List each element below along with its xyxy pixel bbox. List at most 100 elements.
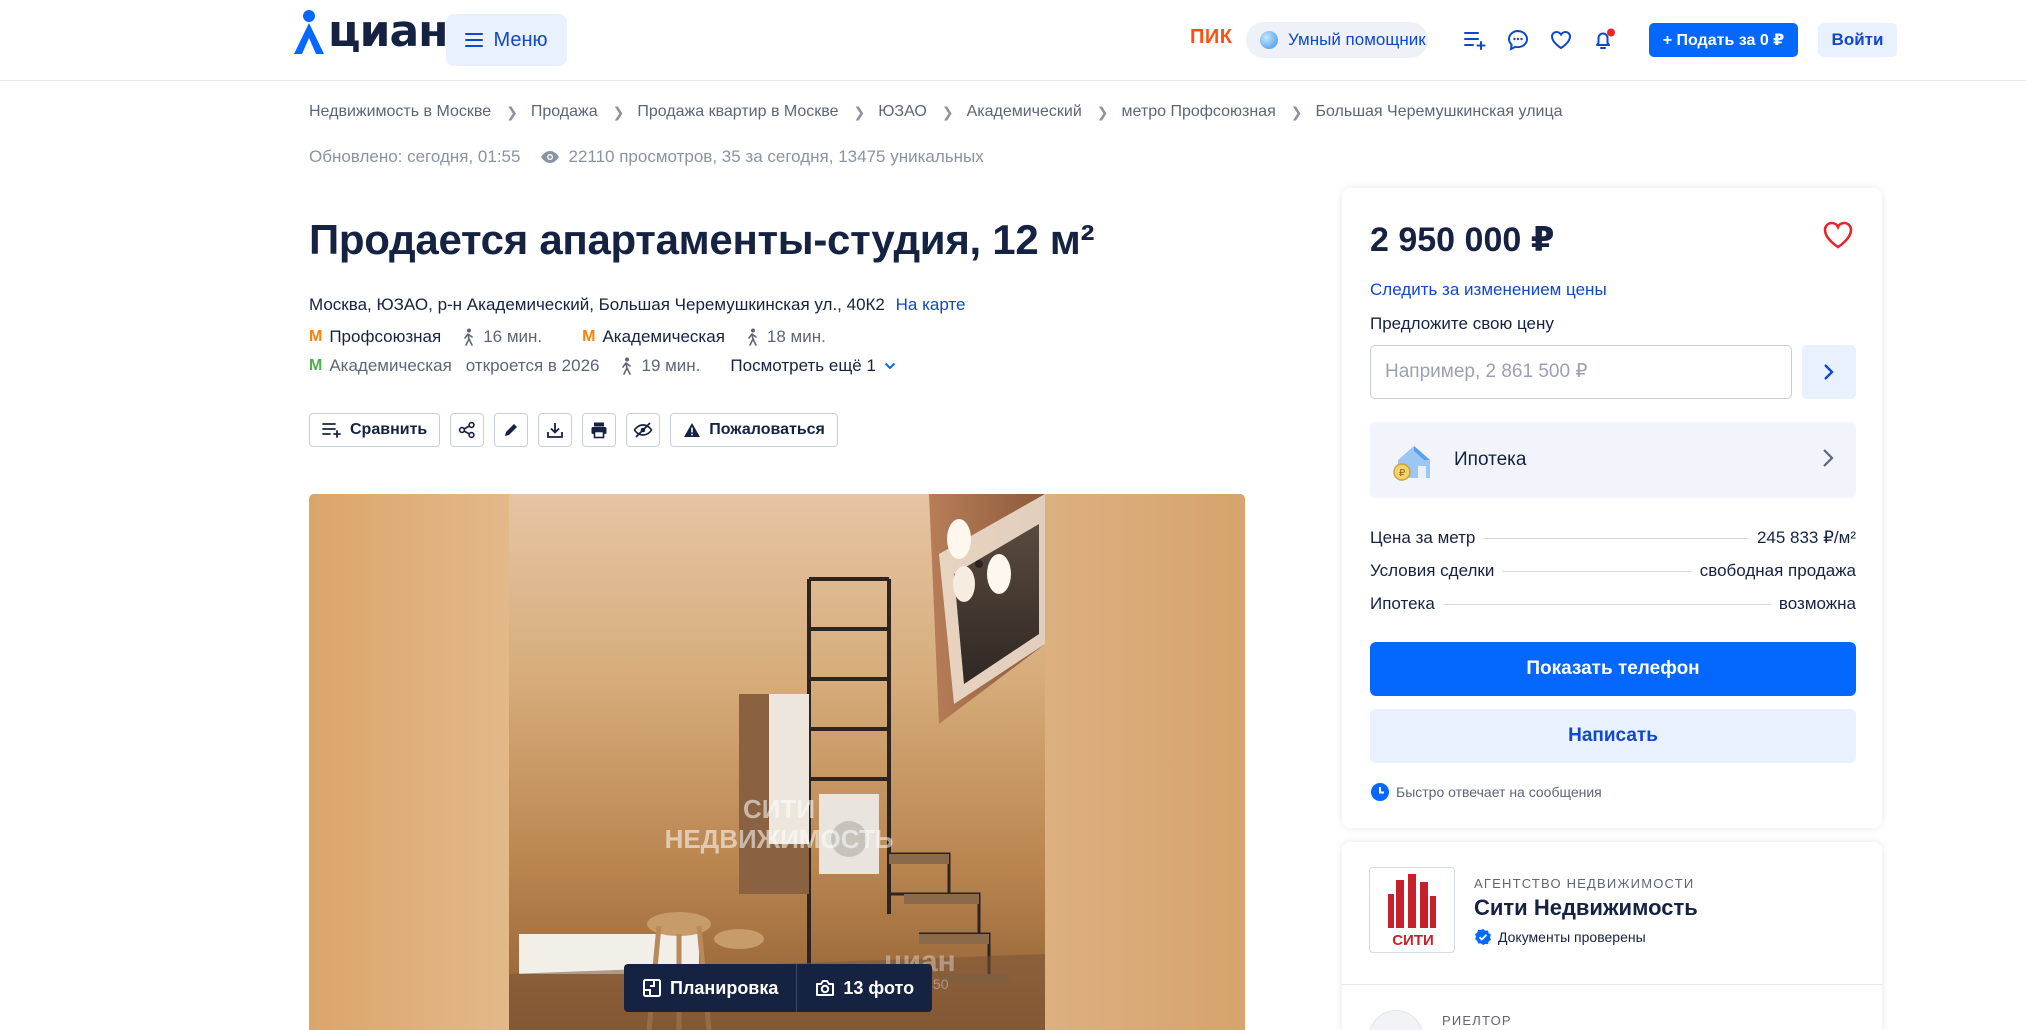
walk-time: 16 мин. <box>461 327 542 347</box>
watermark-text: СИТИ <box>742 794 816 824</box>
printer-icon <box>591 422 607 439</box>
note-button[interactable] <box>494 413 529 447</box>
favorites-heart-icon[interactable] <box>1549 28 1573 52</box>
logo-text: циан <box>328 6 449 57</box>
suggest-price-submit-button[interactable] <box>1802 345 1856 399</box>
fact-label: Условия сделки <box>1370 561 1495 580</box>
favorite-heart-icon[interactable] <box>1822 220 1854 252</box>
photos-count-label: 13 фото <box>843 977 915 998</box>
map-link[interactable]: На карте <box>896 295 966 314</box>
metro-opening-note: откроется в 2026 <box>465 356 600 375</box>
fact-value: 245 833 ₽/м² <box>1756 528 1856 547</box>
warning-icon <box>684 423 701 437</box>
metro-station[interactable]: Академическая <box>329 356 451 376</box>
metro-icon: M <box>309 328 323 345</box>
main-photo[interactable]: СИТИ НЕДВИЖИМОСТЬ циан 4922450 <box>509 494 1045 1030</box>
menu-label: Меню <box>493 28 548 51</box>
print-button[interactable] <box>582 413 617 447</box>
agency-card: СИТИ АГЕНТСТВО НЕДВИЖИМОСТИ Сити Недвижи… <box>1342 842 1882 1030</box>
photo-gallery[interactable]: СИТИ НЕДВИЖИМОСТЬ циан 4922450 <box>309 494 1245 1030</box>
metro-station[interactable]: Академическая <box>602 327 724 347</box>
compare-list-icon[interactable] <box>1463 28 1487 52</box>
mortgage-label: Ипотека <box>1454 449 1527 470</box>
metro-station[interactable]: Профсоюзная <box>329 327 441 347</box>
walk-time-text: 16 мин. <box>483 327 543 346</box>
gallery-blur-left <box>309 494 509 1030</box>
documents-verified: Документы проверены <box>1474 928 1646 946</box>
pik-link[interactable]: ПИК <box>1190 26 1232 49</box>
updated-text: Обновлено: сегодня, 01:55 <box>309 147 521 166</box>
show-more-label: Посмотреть ещё 1 <box>730 356 876 375</box>
metro-row-future: M Академическая откроется в 2026 19 мин.… <box>309 356 896 376</box>
agency-kind: АГЕНТСТВО НЕДВИЖИМОСТИ <box>1474 876 1695 891</box>
floor-plan-icon <box>643 979 661 997</box>
compare-label: Сравнить <box>350 421 428 438</box>
photos-button[interactable]: 13 фото <box>796 964 932 1012</box>
breadcrumb-item[interactable]: метро Профсоюзная <box>1122 103 1276 121</box>
breadcrumb-item[interactable]: Академический <box>967 103 1082 121</box>
cian-logo[interactable]: циан <box>292 6 449 58</box>
site-header: циан Меню ПИК Умный помощник + Подать за… <box>0 0 2026 81</box>
breadcrumb-item[interactable]: Недвижимость в Москве <box>309 103 491 121</box>
fact-leader <box>1483 538 1749 539</box>
download-icon <box>547 423 564 438</box>
fact-label: Цена за метр <box>1370 528 1476 547</box>
page-title: Продается апартаменты-студия, 12 м² <box>309 216 1095 263</box>
location-pin-icon <box>294 10 324 54</box>
room-photo-illustration <box>509 494 1045 1030</box>
walk-time: 19 мин. <box>619 356 700 376</box>
smart-assistant-button[interactable]: Умный помощник <box>1246 22 1428 58</box>
breadcrumb-item[interactable]: Продажа квартир в Москве <box>637 103 838 121</box>
chevron-down-icon <box>884 362 896 370</box>
write-message-button[interactable]: Написать <box>1370 709 1856 763</box>
gallery-blur-right <box>1045 494 1245 1030</box>
listing-meta: Обновлено: сегодня, 01:55 22110 просмотр… <box>309 147 984 167</box>
pedestrian-icon <box>622 357 632 375</box>
chat-icon[interactable] <box>1506 28 1530 52</box>
divider <box>1342 984 1882 985</box>
metro-icon: M <box>582 328 596 345</box>
address-text: Москва, ЮЗАО, р-н Академический, Большая… <box>309 295 885 314</box>
chevron-right-icon: ❯ <box>612 103 625 120</box>
breadcrumb-item[interactable]: Большая Черемушкинская улица <box>1315 103 1562 121</box>
chevron-right-icon: ❯ <box>1290 103 1303 120</box>
realtor-avatar[interactable] <box>1369 1010 1423 1030</box>
compare-button[interactable]: Сравнить <box>309 413 441 447</box>
eye-off-icon <box>633 422 653 438</box>
price: 2 950 000 ₽ <box>1370 221 1555 259</box>
show-phone-button[interactable]: Показать телефон <box>1370 642 1856 696</box>
track-price-link[interactable]: Следить за изменением цены <box>1370 280 1607 300</box>
fast-reply-note: Быстро отвечает на сообщения <box>1370 782 1602 802</box>
fact-leader <box>1502 571 1692 572</box>
views-counter: 22110 просмотров, 35 за сегодня, 13475 у… <box>540 147 984 167</box>
chevron-right-icon <box>1823 449 1834 467</box>
share-button[interactable] <box>450 413 485 447</box>
breadcrumb-item[interactable]: ЮЗАО <box>878 103 927 121</box>
fact-value: возможна <box>1778 594 1856 613</box>
login-button[interactable]: Войти <box>1818 23 1897 57</box>
chevron-right-icon: ❯ <box>853 103 866 120</box>
complain-button[interactable]: Пожаловаться <box>670 413 838 447</box>
complain-label: Пожаловаться <box>709 421 825 438</box>
notifications-bell-icon[interactable] <box>1592 28 1616 52</box>
breadcrumb-item[interactable]: Продажа <box>531 103 598 121</box>
download-button[interactable] <box>538 413 573 447</box>
chevron-right-icon: ❯ <box>941 103 954 120</box>
show-more-metro-button[interactable]: Посмотреть ещё 1 <box>730 356 896 376</box>
mortgage-button[interactable]: ₽ Ипотека <box>1370 422 1856 498</box>
watermark-text: НЕДВИЖИМОСТЬ <box>664 824 894 854</box>
menu-button[interactable]: Меню <box>446 14 567 66</box>
agency-logo-text: СИТИ <box>1392 932 1434 949</box>
post-ad-button[interactable]: + Подать за 0 ₽ <box>1649 23 1798 57</box>
hide-button[interactable] <box>626 413 661 447</box>
agency-name[interactable]: Сити Недвижимость <box>1474 895 1698 921</box>
walk-time: 18 мин. <box>745 327 826 347</box>
agency-logo[interactable]: СИТИ <box>1369 867 1455 953</box>
offer-card: 2 950 000 ₽ Следить за изменением цены П… <box>1342 188 1882 828</box>
floor-plan-button[interactable]: Планировка <box>624 964 796 1012</box>
address: Москва, ЮЗАО, р-н Академический, Большая… <box>309 295 965 315</box>
fact-value: свободная продажа <box>1699 561 1856 580</box>
metro-icon: M <box>309 357 323 374</box>
gallery-controls: Планировка 13 фото <box>624 964 933 1012</box>
suggest-price-input[interactable] <box>1370 345 1792 399</box>
